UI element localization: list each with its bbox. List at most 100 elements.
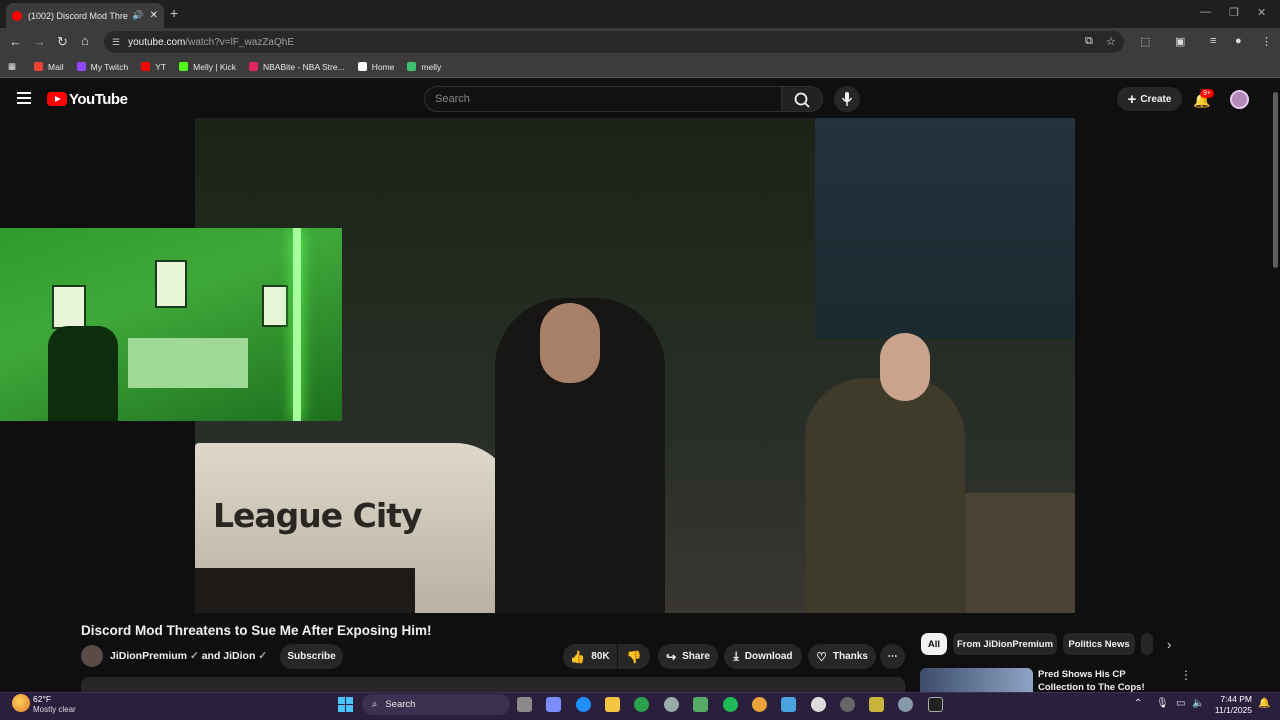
epic-games-icon[interactable]: [928, 697, 943, 712]
chip-politics-news[interactable]: Politics News: [1063, 633, 1135, 655]
url-host: youtube.com: [128, 36, 186, 48]
site-info-icon[interactable]: ☰: [112, 37, 120, 48]
tab-title: (1002) Discord Mod Threatens to Sue Me A…: [28, 10, 128, 21]
spotify-icon[interactable]: [723, 697, 738, 712]
bookmark-home[interactable]: Home: [357, 62, 394, 72]
photos-icon[interactable]: [781, 697, 796, 712]
car-lettering: League City: [213, 496, 422, 535]
sidepanel-icon[interactable]: ▣: [1175, 35, 1185, 48]
poster: [262, 285, 288, 327]
volume-icon[interactable]: 🔈: [1192, 698, 1204, 709]
create-button[interactable]: + Create: [1117, 87, 1182, 111]
media-player-icon[interactable]: [811, 697, 826, 712]
back-icon[interactable]: ←: [9, 34, 22, 49]
bookmark-label: YT: [155, 61, 167, 72]
chevron-right-icon[interactable]: ›: [1167, 637, 1171, 652]
xbox-icon[interactable]: [634, 697, 649, 712]
recommended-thumbnail[interactable]: [920, 668, 1033, 694]
start-button[interactable]: [338, 697, 353, 712]
app-icon[interactable]: [840, 697, 855, 712]
youtube-wordmark[interactable]: YouTube: [69, 91, 128, 108]
youtube-favicon-icon: [12, 10, 22, 21]
bookmark-kick[interactable]: Melly | Kick: [179, 62, 236, 72]
task-view-icon[interactable]: [517, 697, 532, 712]
chip-partial[interactable]: [1141, 633, 1153, 655]
restore-icon[interactable]: ❐: [1229, 6, 1239, 19]
file-explorer-icon[interactable]: [605, 697, 620, 712]
notification-center-icon[interactable]: 🔔: [1258, 698, 1270, 709]
channel-name[interactable]: JiDionPremium ✓ and JiDion ✓: [110, 650, 267, 662]
youtube-logo-icon[interactable]: [47, 92, 67, 106]
recommended-menu-icon[interactable]: ⋮: [1180, 668, 1192, 682]
new-tab-button[interactable]: +: [170, 5, 178, 21]
search-input[interactable]: Search: [424, 86, 782, 112]
chrome-icon[interactable]: [752, 697, 767, 712]
recommended-title[interactable]: Pred Shows His CP Collection to The Cops…: [1038, 668, 1168, 692]
network-icon[interactable]: ▭: [1176, 698, 1185, 709]
verified-icon: ✓: [189, 650, 199, 662]
subscribe-button[interactable]: Subscribe: [280, 644, 343, 669]
reload-icon[interactable]: ↻: [57, 34, 68, 50]
window-close-icon[interactable]: ✕: [1257, 6, 1266, 19]
like-count: 80K: [591, 651, 610, 662]
thanks-button[interactable]: ♡ Thanks: [808, 644, 876, 669]
system-clock[interactable]: 7:44 PM 11/1/2025: [1212, 694, 1252, 716]
home-icon[interactable]: ⌂: [81, 33, 89, 48]
create-label: Create: [1140, 93, 1172, 105]
speaker-icon[interactable]: 🔊: [132, 10, 143, 21]
x-icon: [357, 62, 367, 71]
forward-icon[interactable]: →: [33, 34, 46, 49]
bookmark-twitch[interactable]: My Twitch: [76, 61, 129, 72]
share-button[interactable]: ↪ Share: [658, 644, 718, 669]
app-icon[interactable]: [869, 697, 884, 712]
download-icon: ⤓: [733, 649, 739, 663]
bookmark-mail[interactable]: Mail: [34, 62, 64, 72]
copilot-icon[interactable]: [546, 697, 561, 712]
like-button[interactable]: 👍 80K: [563, 644, 617, 669]
profile-icon[interactable]: ●: [1235, 35, 1242, 47]
bookmark-melly[interactable]: melly: [407, 62, 441, 72]
channel-name-text[interactable]: JiDionPremium: [110, 650, 187, 662]
bookmark-star-icon[interactable]: ☆: [1106, 35, 1116, 48]
leaf-icon: [407, 62, 417, 71]
weather-icon[interactable]: [12, 694, 30, 712]
minimize-icon[interactable]: —: [1200, 6, 1211, 18]
microphone-tray-icon[interactable]: 🎙: [1156, 698, 1169, 709]
app-icon[interactable]: [664, 697, 679, 712]
chip-all[interactable]: All: [921, 633, 947, 655]
weather-description[interactable]: Mostly clear: [33, 705, 76, 714]
media-controls-icon[interactable]: ≡: [1210, 35, 1216, 47]
apps-grid-icon[interactable]: ▦: [8, 61, 16, 72]
scrollbar-thumb[interactable]: [1273, 92, 1278, 268]
taskbar-search[interactable]: ⌕ Search: [362, 694, 510, 715]
menu-dots-icon[interactable]: ⋮: [1261, 35, 1272, 48]
taskbar-search-label: Search: [385, 699, 416, 710]
microphone-icon: [841, 92, 853, 106]
settings-gear-icon[interactable]: [898, 697, 913, 712]
browser-tab[interactable]: (1002) Discord Mod Threatens to Sue Me A…: [6, 3, 164, 28]
search-button[interactable]: [781, 86, 823, 112]
collab-channel-text[interactable]: and JiDion: [202, 650, 256, 662]
bookmark-label: My Twitch: [90, 61, 129, 72]
edge-icon[interactable]: [576, 697, 591, 712]
gaming-chair: [48, 326, 118, 421]
voice-search-button[interactable]: [834, 86, 860, 112]
chip-from-channel[interactable]: From JiDionPremium: [953, 633, 1057, 655]
download-button[interactable]: ⤓ Download: [724, 644, 802, 669]
more-actions-button[interactable]: ⋯: [880, 644, 905, 669]
weather-temp[interactable]: 62°F: [33, 694, 51, 704]
channel-avatar[interactable]: [81, 645, 103, 667]
close-tab-icon[interactable]: ✕: [150, 10, 158, 21]
bookmark-yt[interactable]: YT: [141, 62, 166, 72]
dislike-button[interactable]: 👎: [618, 644, 650, 669]
install-app-icon[interactable]: ⧉: [1085, 35, 1093, 48]
car-lower-panel: [195, 568, 415, 613]
account-avatar[interactable]: [1230, 90, 1249, 109]
menu-icon[interactable]: [17, 92, 31, 104]
tray-overflow-icon[interactable]: ⌃: [1134, 698, 1142, 709]
store-icon[interactable]: [693, 697, 708, 712]
extensions-icon[interactable]: ⬚: [1140, 35, 1150, 48]
address-bar[interactable]: ☰ youtube.com/watch?v=lF_wazZaQhE: [104, 31, 1124, 53]
bookmark-nbabite[interactable]: NBABite - NBA Stre...: [248, 62, 345, 72]
poster: [155, 260, 187, 308]
